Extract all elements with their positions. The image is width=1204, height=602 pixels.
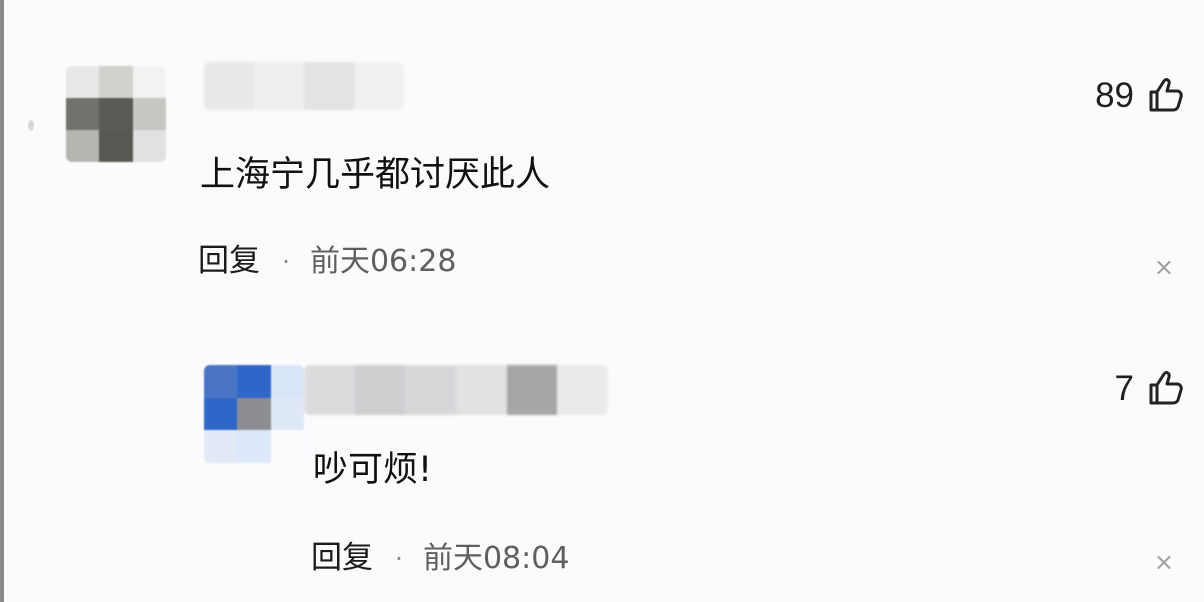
- username-blur-block: [405, 365, 457, 415]
- avatar-pixel: [66, 130, 100, 162]
- avatar-pixel: [204, 430, 238, 463]
- blurred-username[interactable]: [304, 365, 608, 415]
- username-blur-block: [557, 365, 608, 415]
- comment-item: 7 吵可烦! 回复 · 前天08:04 ×: [0, 320, 1204, 602]
- username-blur-block: [254, 62, 304, 110]
- avatar-pixel: [270, 430, 304, 463]
- avatar-pixel: [66, 98, 100, 130]
- reply-button[interactable]: 回复: [198, 246, 260, 277]
- username-blur-block: [506, 365, 558, 415]
- comment-meta: 回复 · 前天06:28: [198, 246, 456, 277]
- user-avatar[interactable]: [66, 66, 166, 162]
- reply-button[interactable]: 回复: [311, 543, 373, 574]
- user-avatar[interactable]: [204, 365, 304, 463]
- avatar-pixel: [99, 130, 133, 162]
- avatar-pixel: [237, 365, 271, 398]
- avatar-pixel: [204, 365, 238, 398]
- username-blur-block: [354, 365, 406, 415]
- avatar-pixel: [132, 98, 166, 130]
- avatar-pixel: [132, 130, 166, 162]
- thumb-up-icon[interactable]: [1146, 369, 1184, 407]
- username-blur-block: [456, 365, 507, 415]
- blurred-username[interactable]: [204, 62, 404, 110]
- avatar-pixel: [132, 66, 166, 98]
- comment-timestamp: 前天08:04: [422, 540, 570, 576]
- like-count: 7: [1114, 368, 1134, 408]
- meta-separator: ·: [395, 544, 403, 573]
- username-blur-block: [304, 62, 354, 110]
- username-blur-block: [204, 62, 254, 110]
- like-count: 89: [1095, 75, 1134, 115]
- username-blur-block: [354, 62, 404, 110]
- username-blur-block: [304, 365, 355, 415]
- thumb-up-icon[interactable]: [1146, 76, 1184, 114]
- avatar-pixel: [99, 98, 133, 130]
- close-icon[interactable]: ×: [1154, 255, 1174, 279]
- avatar-pixel: [270, 397, 304, 431]
- avatar-pixel: [204, 397, 238, 431]
- comment-text: 上海宁几乎都讨厌此人: [200, 155, 551, 195]
- avatar-pixel: [66, 66, 100, 98]
- left-edge-artifact: [28, 120, 34, 131]
- like-control[interactable]: 89: [1095, 72, 1184, 118]
- avatar-pixel: [270, 365, 304, 398]
- avatar-pixel: [237, 430, 271, 463]
- avatar-pixel: [237, 397, 271, 431]
- comment-timestamp: 前天06:28: [309, 243, 457, 279]
- comment-meta: 回复 · 前天08:04: [311, 543, 569, 574]
- like-control[interactable]: 7: [1115, 365, 1184, 411]
- close-icon[interactable]: ×: [1154, 550, 1174, 574]
- comment-item: 89 上海宁几乎都讨厌此人 回复 · 前天06:28 ×: [0, 0, 1204, 320]
- avatar-pixel: [99, 66, 133, 98]
- comment-text: 吵可烦!: [313, 450, 433, 490]
- meta-separator: ·: [282, 247, 290, 276]
